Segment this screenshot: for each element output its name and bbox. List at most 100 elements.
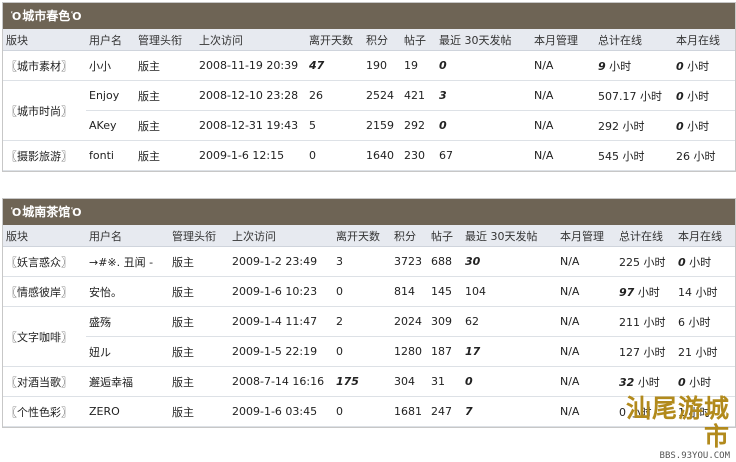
month-manage-cell: N/A — [557, 246, 616, 277]
moderator-title-value: 版主 — [172, 285, 194, 299]
last-visit-cell: 2009-1-6 10:23 — [229, 276, 333, 307]
points-value: 2159 — [366, 119, 394, 132]
month-manage-cell: N/A — [557, 276, 616, 307]
username-link[interactable]: fonti — [89, 149, 114, 162]
username-link[interactable]: AKey — [89, 119, 116, 132]
points-cell: 3723 — [391, 246, 428, 277]
forum-link[interactable]: 〖对酒当歌〗 — [6, 376, 72, 389]
header-recent-posts: 最近 30天发帖 — [462, 225, 557, 247]
hours-unit: 小时 — [643, 345, 666, 359]
table-row: 〖城市时尚〗 Enjoy 版主 2008-12-10 23:28 26 2524 421 3 N… — [3, 80, 735, 141]
username-link-cell: AKey — [86, 110, 135, 141]
moderator-title-value: 版主 — [172, 255, 194, 269]
header-month-manage: 本月管理 — [557, 225, 616, 247]
moderator-title-value: 版主 — [172, 315, 194, 329]
header-total-online: 总计在线 — [595, 29, 673, 51]
posts-value: 688 — [431, 255, 452, 268]
moderator-title-cell: 版主 — [169, 306, 229, 337]
days-away-value: 3 — [336, 255, 343, 268]
username-link[interactable]: 邂逅幸福 — [89, 376, 133, 389]
points-cell: 1681 — [391, 396, 428, 427]
month-manage-cell: N/A — [531, 50, 595, 81]
moderator-title-value: 版主 — [138, 89, 160, 103]
recent-posts-cell: 104 — [462, 276, 557, 307]
recent-posts-cell: 7 — [462, 396, 557, 427]
last-visit-value: 2008-11-19 20:39 — [199, 59, 299, 72]
hours-unit: 小时 — [687, 89, 710, 103]
month-online-value: 0 — [678, 255, 686, 269]
last-visit-cell: 2009-1-5 22:19 — [229, 336, 333, 367]
posts-value: 247 — [431, 405, 452, 418]
username-link[interactable]: Enjoy — [89, 89, 119, 102]
month-online-value: 0 — [678, 375, 686, 389]
month-manage-value: N/A — [534, 89, 554, 102]
days-away-value: 5 — [309, 119, 316, 132]
forum-cell: 〖摄影旅游〗 — [3, 140, 86, 171]
username-link[interactable]: 盛殇 — [89, 316, 111, 329]
days-away-value: 175 — [336, 375, 359, 388]
month-manage-value: N/A — [534, 149, 554, 162]
forum-cell: 〖城市素材〗 — [3, 50, 86, 81]
days-away-value: 47 — [309, 59, 325, 72]
month-online-value: 14 — [678, 285, 692, 299]
recent-posts-value: 30 — [465, 255, 481, 268]
username-link[interactable]: 安怡。 — [89, 286, 122, 299]
forum-link[interactable]: 〖城市素材〗 — [6, 60, 72, 73]
decoration-icon: Ὁ — [71, 10, 82, 23]
last-visit-cell: 2009-1-6 03:45 — [229, 396, 333, 427]
last-visit-value: 2008-7-14 16:16 — [232, 375, 325, 388]
month-manage-cell: N/A — [531, 110, 595, 141]
month-online-cell: 6 小时 — [675, 306, 735, 337]
last-visit-cell: 2009-1-4 11:47 — [229, 306, 333, 337]
month-online-cell: 26 小时 — [673, 140, 735, 171]
header-last-visit: 上次访问 — [229, 225, 333, 247]
total-online-cell: 225 小时 — [616, 246, 675, 277]
month-online-cell: 0 小时 — [673, 80, 735, 111]
hours-unit: 小时 — [643, 315, 666, 329]
total-online-value: 9 — [598, 59, 606, 73]
hours-unit: 小时 — [693, 149, 716, 163]
username-link-cell: →#※. 丑闻 - — [86, 246, 169, 277]
section-title: 城市春色 — [22, 9, 71, 23]
username-link-cell: 邂逅幸福 — [86, 366, 169, 397]
last-visit-cell: 2008-11-19 20:39 — [196, 50, 306, 81]
moderator-title-cell: 版主 — [169, 336, 229, 367]
last-visit-value: 2009-1-6 03:45 — [232, 405, 318, 418]
month-manage-value: N/A — [534, 59, 554, 72]
points-value: 3723 — [394, 255, 422, 268]
points-value: 190 — [366, 59, 387, 72]
table-header-row: 版块 用户名 管理头衔 上次访问 离开天数 积分 帖子 最近 30天发帖 本月管理 总计在线 本月在… — [3, 29, 735, 51]
forum-link[interactable]: 〖情感彼岸〗 — [6, 286, 72, 299]
header-points: 积分 — [391, 225, 428, 247]
hours-unit: 小时 — [687, 59, 710, 73]
days-away-value: 2 — [336, 315, 343, 328]
month-online-cell: 21 小时 — [675, 336, 735, 367]
header-recent-posts: 最近 30天发帖 — [436, 29, 531, 51]
month-online-cell: 0 小时 — [673, 110, 735, 141]
month-manage-value: N/A — [560, 375, 580, 388]
total-online-cell: 211 小时 — [616, 306, 675, 337]
recent-posts-value: 104 — [465, 285, 486, 298]
username-link-cell: 妞ル — [86, 336, 169, 367]
month-manage-cell: N/A — [557, 396, 616, 427]
username-link[interactable]: 妞ル — [89, 346, 111, 359]
recent-posts-value: 0 — [439, 119, 447, 132]
moderator-title-value: 版主 — [138, 149, 160, 163]
forum-link[interactable]: 〖城市时尚〗 — [6, 105, 72, 118]
last-visit-cell: 2009-1-6 12:15 — [196, 140, 306, 171]
month-manage-value: N/A — [560, 255, 580, 268]
forum-link[interactable]: 〖妖言惑众〗 — [6, 256, 72, 269]
forum-link[interactable]: 〖文字咖啡〗 — [6, 331, 72, 344]
total-online-cell: 292 小时 — [595, 110, 673, 141]
points-value: 1280 — [394, 345, 422, 358]
username-link[interactable]: 小小 — [89, 60, 111, 73]
table-row: 〖对酒当歌〗 邂逅幸福 版主 2008-7-14 16:16 175 304 31 0 N/A 3… — [3, 366, 735, 397]
total-online-value: 292 — [598, 119, 619, 133]
table-row: 〖情感彼岸〗 安怡。 版主 2009-1-6 10:23 0 814 145 104 N/A 97… — [3, 276, 735, 307]
forum-link[interactable]: 〖个性色彩〗 — [6, 406, 72, 419]
total-online-value: 32 — [619, 375, 635, 389]
forum-link[interactable]: 〖摄影旅游〗 — [6, 150, 72, 163]
username-link[interactable]: →#※. 丑闻 - — [89, 256, 153, 269]
moderator-table: 版块 用户名 管理头衔 上次访问 离开天数 积分 帖子 最近 30天发帖 本月管理 总计在线 本月在… — [3, 29, 735, 171]
username-link[interactable]: ZERO — [89, 405, 120, 418]
